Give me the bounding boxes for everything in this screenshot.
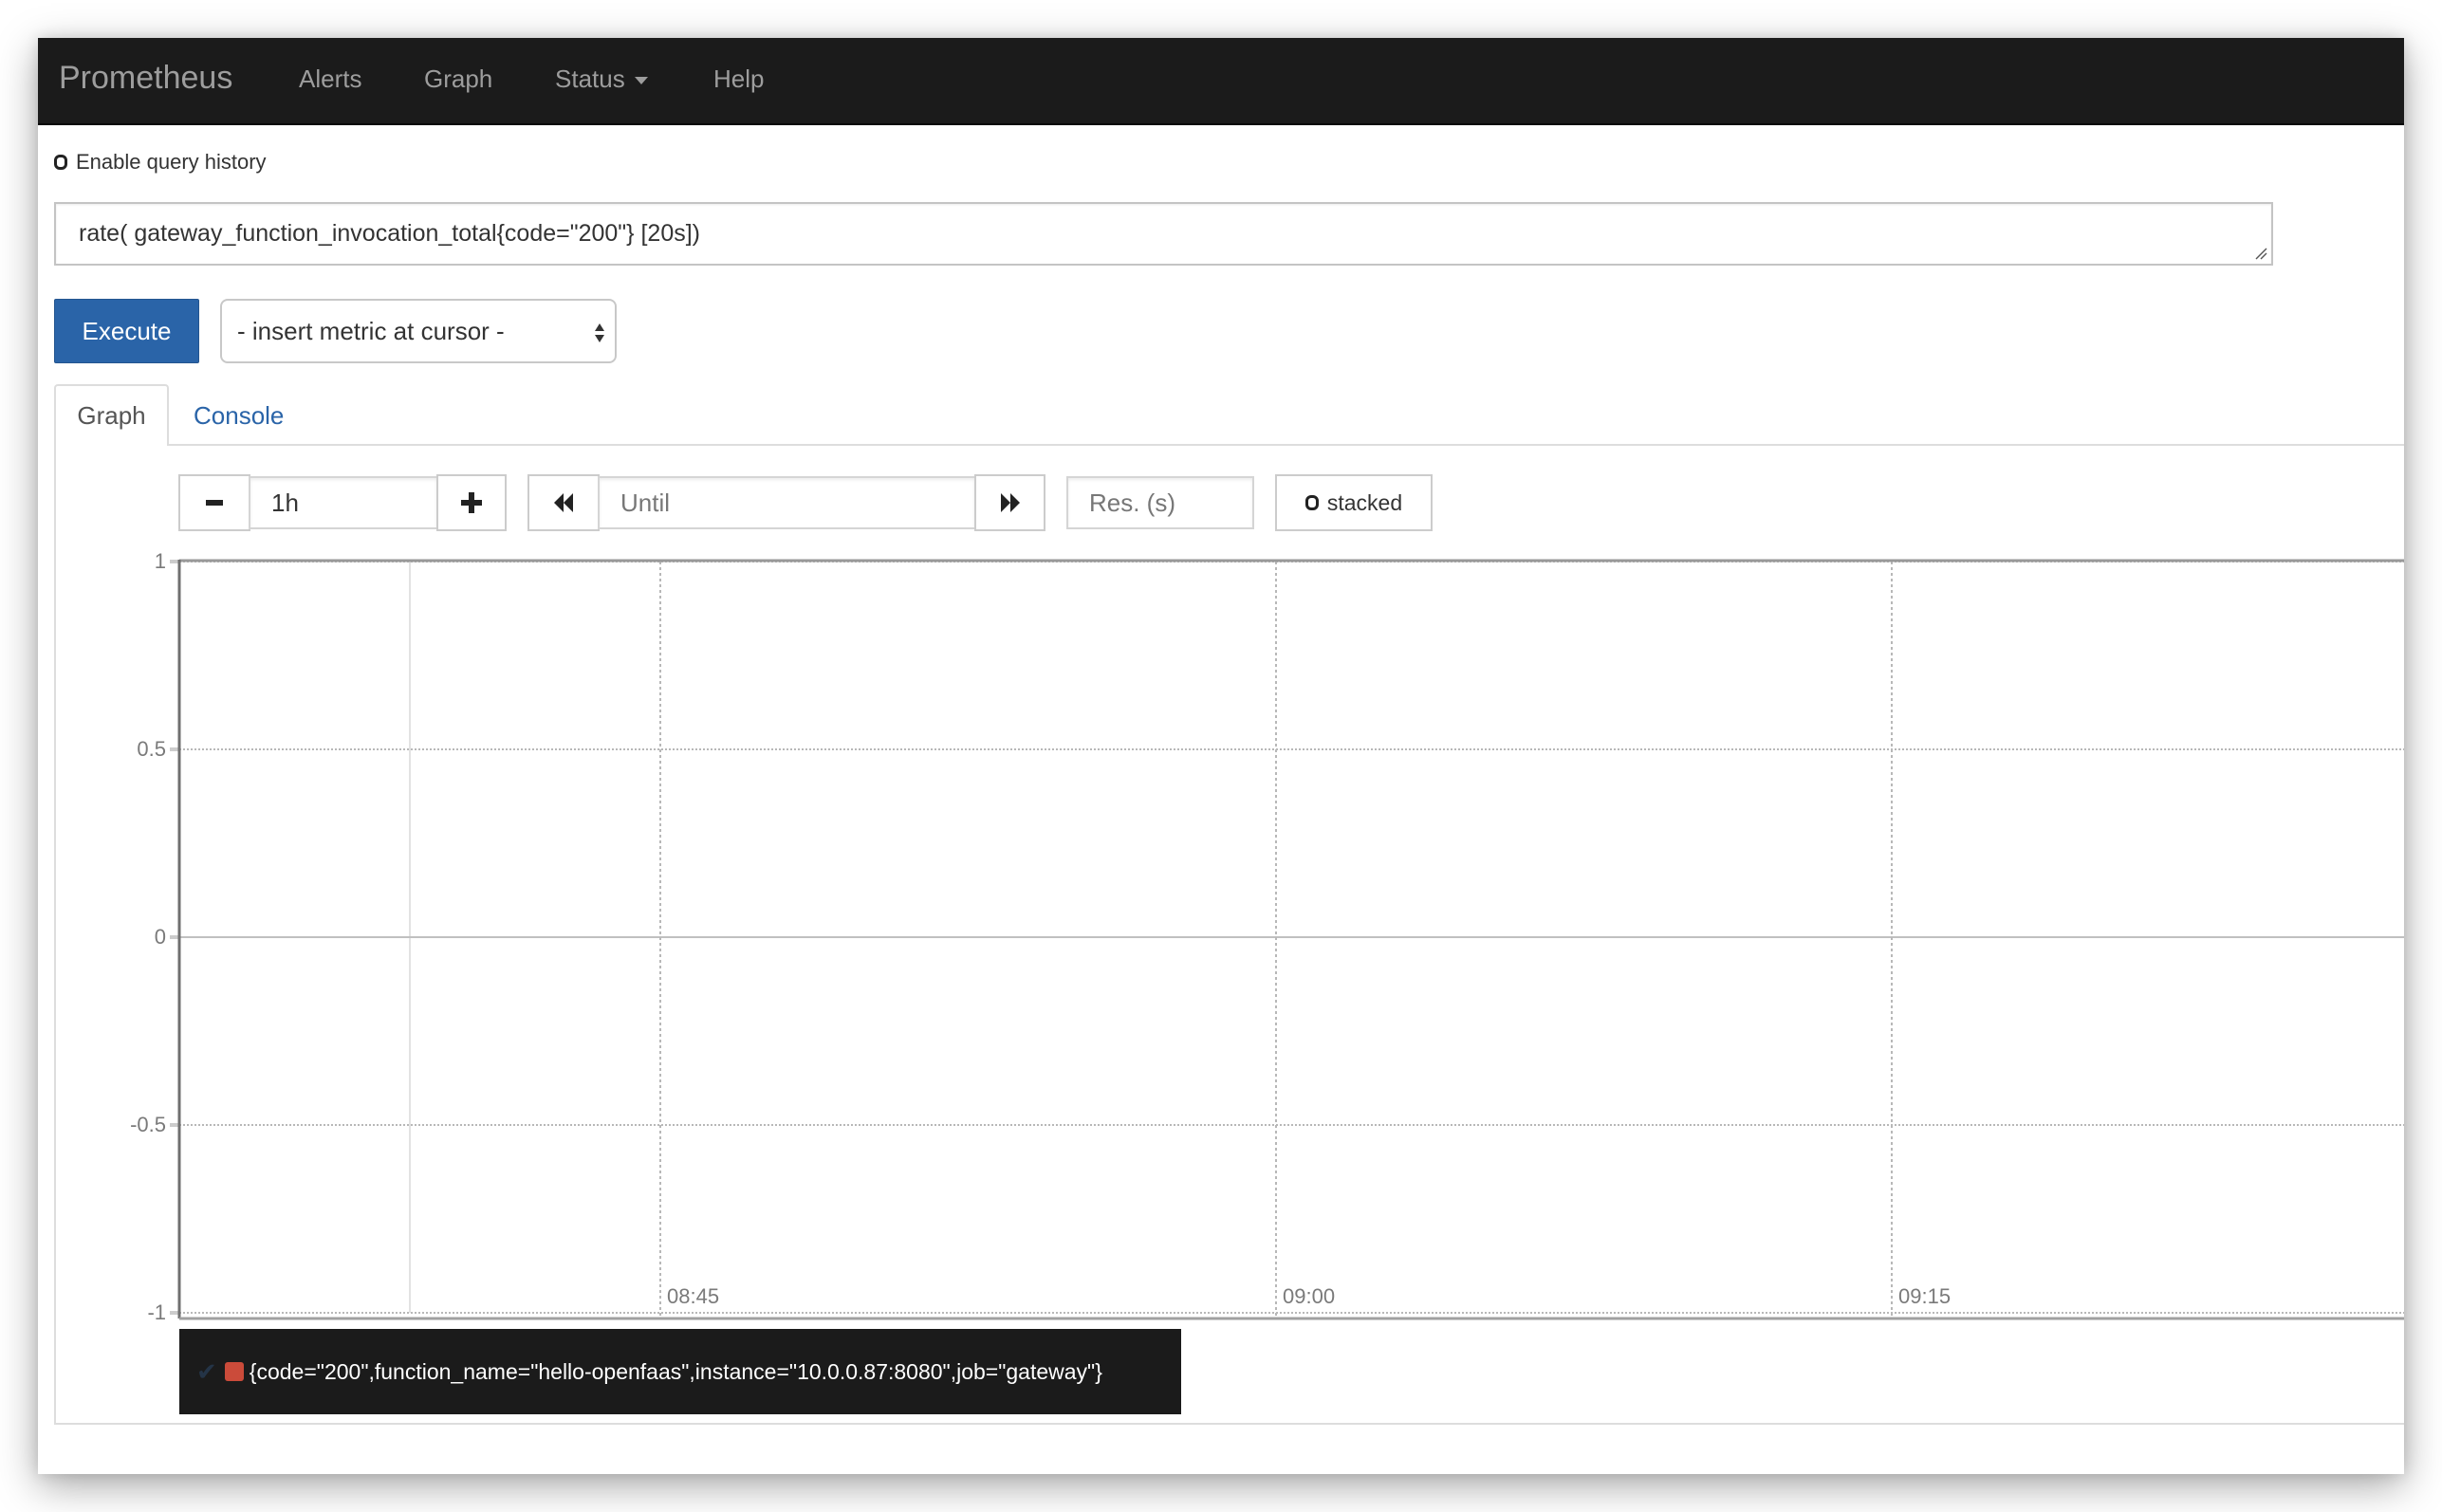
x-tick-label: 08:45 [667, 1284, 719, 1308]
graph-chart: 1 0.5 0 -0.5 -1 08:45 09:00 09:15 [130, 549, 2404, 1324]
legend-series-swatch [224, 1362, 244, 1381]
legend-series-label[interactable]: {code="200",function_name="hello-openfaa… [250, 1359, 1102, 1385]
y-tick-label: -1 [147, 1300, 166, 1324]
y-tick-label: 0.5 [137, 737, 166, 761]
y-tick-label: 0 [155, 925, 166, 949]
browser-window: Prometheus Alerts Graph Status Help Enab… [38, 38, 2404, 1474]
legend-check-icon[interactable]: ✔ [196, 1357, 217, 1387]
x-tick-label: 09:15 [1898, 1284, 1951, 1308]
y-tick-label: 1 [155, 549, 166, 573]
y-tick-label: -0.5 [130, 1113, 166, 1136]
x-tick-label: 09:00 [1283, 1284, 1335, 1308]
graph-legend: ✔ {code="200",function_name="hello-openf… [179, 1329, 1181, 1414]
